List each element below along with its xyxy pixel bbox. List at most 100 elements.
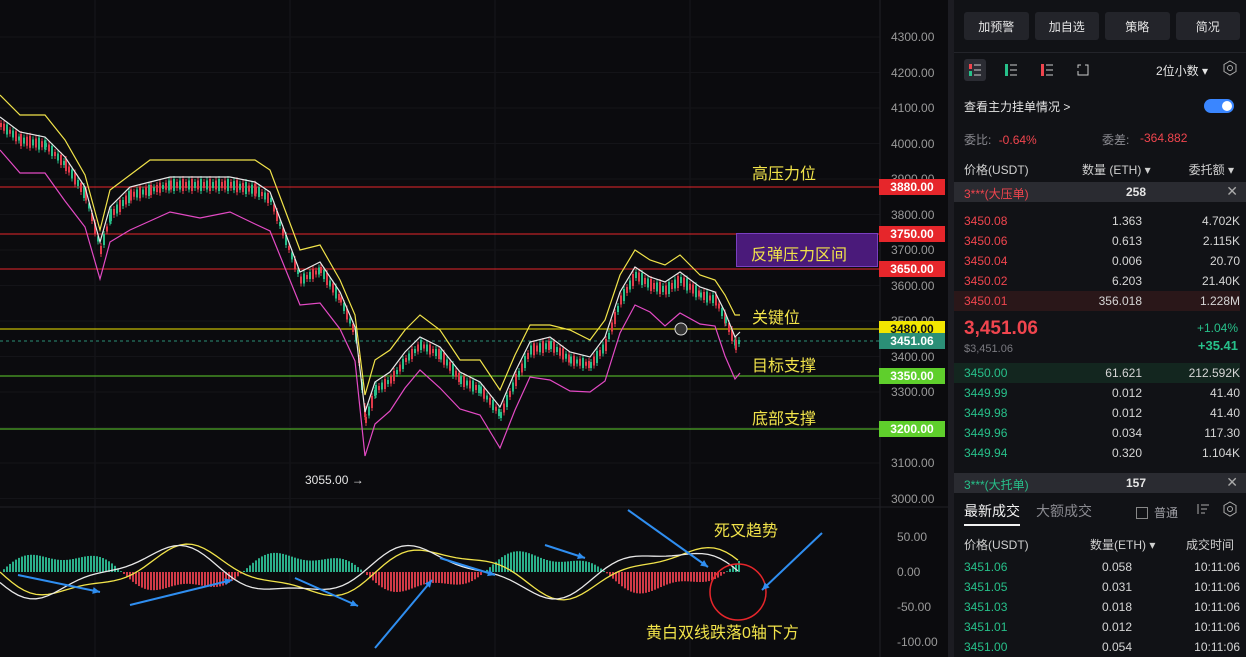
big-ask-bar: 3***(大压单) 258 ✕ <box>954 182 1246 202</box>
trade-qty: 0.018 <box>1101 600 1132 614</box>
close-icon[interactable]: ✕ <box>1226 183 1238 200</box>
ask-row[interactable]: 3450.08 1.363 4.702K <box>964 211 1240 231</box>
ask-row[interactable]: 3450.06 0.613 2.115K <box>964 231 1240 251</box>
bid-row[interactable]: 3449.94 0.320 1.104K <box>964 443 1240 463</box>
macd-bar <box>48 557 50 572</box>
bid-row[interactable]: 3450.00 61.621 212.592K <box>954 363 1240 383</box>
bid-row[interactable]: 3449.98 0.012 41.40 <box>964 403 1240 423</box>
macd-bar <box>57 559 59 572</box>
both-sides-view-icon[interactable] <box>964 59 986 81</box>
last-price: 3,451.06 <box>964 318 1038 339</box>
macd-bar <box>705 572 707 582</box>
macd-bar <box>504 555 506 572</box>
strategy-button[interactable]: 策略 <box>1105 12 1170 40</box>
trade-qty: 0.054 <box>1101 640 1132 654</box>
chart-canvas[interactable] <box>0 0 948 657</box>
kline-chart[interactable]: 4300.004200.004100.004000.003900.003800.… <box>0 0 948 657</box>
macd-bar <box>306 560 308 572</box>
checkbox-icon[interactable] <box>1135 506 1148 519</box>
ask-row[interactable]: 3450.04 0.006 20.70 <box>964 251 1240 271</box>
macd-bar <box>720 572 722 576</box>
macd-bar <box>672 572 674 583</box>
ask-row[interactable]: 3450.01 356.018 1.228M <box>954 291 1240 311</box>
qty-header[interactable]: 数量 (ETH) ▾ <box>1082 161 1151 178</box>
macd-bar <box>657 572 659 589</box>
macd-bar <box>702 572 704 582</box>
macd-bar <box>396 572 398 593</box>
y-axis-tick: 4000.00 <box>891 136 935 151</box>
macd-bar <box>12 561 14 572</box>
macd-bar <box>261 556 263 572</box>
macd-bar <box>156 572 158 591</box>
macd-bar <box>477 572 479 578</box>
macd-bar <box>684 572 686 582</box>
ask-row[interactable]: 3450.02 6.203 21.40K <box>964 271 1240 291</box>
asks-view-icon[interactable] <box>1036 59 1058 81</box>
macd-bar <box>186 572 188 584</box>
ask-total: 4.702K <box>1201 214 1240 228</box>
macd-bar <box>726 571 728 572</box>
bid-row[interactable]: 3449.99 0.012 41.40 <box>964 383 1240 403</box>
y-axis-tick: 4200.00 <box>891 65 935 80</box>
macd-bar <box>492 564 494 572</box>
decimals-select[interactable]: 2位小数 ▾ <box>1156 62 1208 79</box>
trade-time: 10:11:06 <box>1194 600 1240 614</box>
y-axis-tick: 3000.00 <box>891 491 935 506</box>
low-price-marker: 3055.00 → <box>305 473 364 487</box>
normal-checkbox[interactable]: 普通 <box>1135 504 1178 521</box>
macd-bar <box>696 572 698 582</box>
macd-bar <box>417 572 419 587</box>
bids-view-icon[interactable] <box>1000 59 1022 81</box>
bid-total: 41.40 <box>1209 406 1240 420</box>
watch-orders-row[interactable]: 查看主力挂单情况 > <box>964 96 1238 116</box>
trade-time-header: 成交时间 <box>1185 538 1234 552</box>
macd-bar <box>366 572 368 575</box>
macd-bar <box>546 559 548 572</box>
macd-bar <box>174 572 176 586</box>
expand-icon[interactable] <box>1072 59 1094 81</box>
watch-orders-toggle[interactable] <box>1204 99 1234 113</box>
ask-price: 3450.08 <box>964 214 1008 228</box>
filter-icon[interactable] <box>1196 502 1210 519</box>
macd-bar <box>222 572 224 586</box>
rebound-zone-label: 反弹压力区间 <box>736 233 878 267</box>
macd-bar <box>531 554 533 572</box>
macd-bar <box>579 560 581 572</box>
tab-latest-trades[interactable]: 最新成交 <box>964 501 1020 521</box>
macd-bar <box>312 560 314 572</box>
macd-bar <box>549 560 551 572</box>
macd-bar <box>576 560 578 572</box>
macd-bar <box>447 572 449 584</box>
macd-bar <box>633 572 635 593</box>
bid-row[interactable]: 3449.96 0.034 117.30 <box>964 423 1240 443</box>
trades-settings-icon[interactable] <box>1222 501 1238 520</box>
macd-bar <box>45 557 47 572</box>
macd-bar <box>357 567 359 572</box>
bid-qty: 0.012 <box>1111 406 1142 420</box>
overview-button[interactable]: 简况 <box>1175 12 1240 40</box>
close-icon[interactable]: ✕ <box>1226 474 1238 491</box>
bid-total: 1.104K <box>1201 446 1240 460</box>
trade-qty: 0.031 <box>1101 580 1132 594</box>
ask-price: 3450.06 <box>964 234 1008 248</box>
big-bid-label: 3***(大托单) <box>964 478 1029 492</box>
macd-bar <box>648 572 650 592</box>
macd-bar <box>252 562 254 572</box>
y-axis-tick: 3300.00 <box>891 385 935 399</box>
macd-bar <box>330 558 332 572</box>
add-watchlist-button[interactable]: 加自选 <box>1034 12 1099 40</box>
add-alert-button[interactable]: 加预警 <box>964 12 1029 40</box>
macd-bar <box>408 572 410 590</box>
macd-bar <box>606 572 608 574</box>
settings-gear-icon[interactable] <box>1222 60 1238 76</box>
trade-qty-header[interactable]: 数量(ETH) ▾ <box>1090 536 1155 553</box>
target-support-label: 目标支撑 <box>752 358 817 375</box>
macd-bar <box>567 561 569 572</box>
tab-large-trades[interactable]: 大额成交 <box>1036 501 1092 521</box>
total-header[interactable]: 委托额 ▾ <box>1189 161 1234 178</box>
macd-bar <box>645 572 647 593</box>
macd-bar <box>723 572 725 574</box>
macd-bar <box>525 552 527 572</box>
macd-bar <box>339 558 341 572</box>
change-percent: +1.04% <box>1196 321 1238 335</box>
